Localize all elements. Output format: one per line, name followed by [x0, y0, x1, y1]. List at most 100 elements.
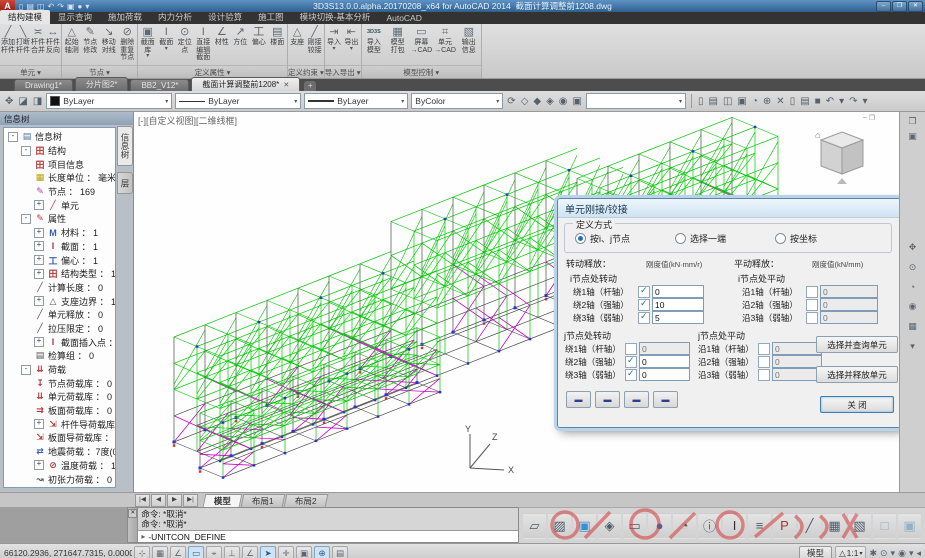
view-style-icon[interactable]: ⓘ	[698, 513, 721, 539]
expand-icon[interactable]: +	[34, 296, 44, 306]
status-toggle[interactable]: ⌖	[206, 546, 222, 558]
view-style-icon[interactable]: ◈	[598, 513, 621, 539]
ribbon-button[interactable]: ▧ 输出 信息 ▾	[457, 25, 480, 65]
tree-item[interactable]: ⇊ 单元荷载库 ： 0	[4, 390, 115, 404]
viewport-controls-label[interactable]: [-][自定义视图][二维线框]	[138, 114, 237, 127]
checkbox[interactable]: ✓	[758, 369, 770, 381]
ribbon-panel-footer[interactable]: 模型控制▾	[362, 65, 482, 78]
ribbon-panel-footer[interactable]: 单元▾	[0, 65, 61, 78]
restore-button[interactable]: ❐	[892, 1, 907, 12]
layer-tool-icon[interactable]: ◨	[32, 96, 43, 107]
tree-item[interactable]: + M 材料 ： 1	[4, 226, 115, 240]
radio-option[interactable]: 选择一端	[675, 232, 775, 245]
palette-header[interactable]: 信息树	[0, 112, 133, 125]
ribbon-button[interactable]: ∠ 材性 ▾	[213, 25, 231, 65]
ribbon-button[interactable]: ⊙ 定位点 ▾	[176, 25, 194, 65]
radio-option[interactable]: 按坐标	[775, 232, 875, 245]
view-style-icon[interactable]: ▣	[573, 513, 596, 539]
ribbon-tab[interactable]: 施工图	[250, 10, 292, 24]
layer-state-icon[interactable]: ◉	[558, 96, 569, 107]
close-dialog-button[interactable]: 关 闭	[820, 396, 894, 413]
checkbox[interactable]: ✓	[638, 299, 650, 311]
status-toggle[interactable]: ▣	[296, 546, 312, 558]
linetype-combo[interactable]: ByLayer▾	[175, 93, 301, 109]
stiffness-input[interactable]: 0	[820, 285, 878, 298]
tree-item[interactable]: ✎ 节点 ： 169	[4, 185, 115, 199]
close-tab-icon[interactable]: ✕	[283, 81, 289, 89]
view-style-icon[interactable]: ◔	[673, 513, 696, 539]
tree-item[interactable]: ╱ 拉压限定 ： 0	[4, 322, 115, 336]
status-toggle[interactable]: ▦	[152, 546, 168, 558]
toolbar-icon[interactable]: ▯	[789, 96, 797, 107]
tree-item[interactable]: + ╱ 单元	[4, 198, 115, 212]
layout-nav-button[interactable]: ◀	[151, 494, 166, 507]
ribbon-button[interactable]: △ 支座 ▾	[289, 25, 305, 65]
tree-item[interactable]: + 田 结构类型 ： 1	[4, 267, 115, 281]
ribbon-button[interactable]: ↔ 杆件 反向 ▾	[46, 25, 60, 65]
checkbox[interactable]: ✓	[806, 286, 818, 298]
layer-tool-icon[interactable]: ◪	[17, 96, 28, 107]
status-icon[interactable]: ▾	[909, 548, 914, 558]
stiffness-input[interactable]: 0	[772, 342, 822, 355]
tree-item[interactable]: + I 截面插入点 ： 1	[4, 335, 115, 349]
ribbon-tab[interactable]: 模块切换-基本分析	[292, 10, 379, 24]
release-preset-button[interactable]: ▬	[624, 391, 649, 408]
ribbon-button[interactable]: ▭ 屏幕→CAD ▾	[410, 25, 433, 65]
toolbar-icon[interactable]: ▾	[838, 96, 845, 107]
tree-item[interactable]: + ⊘ 温度荷载 ： 1	[4, 459, 115, 473]
stiffness-input[interactable]: 5	[652, 311, 704, 324]
tree-item[interactable]: - ▤ 信息树	[4, 130, 115, 144]
stiffness-input[interactable]: 0	[772, 355, 822, 368]
expand-icon[interactable]: -	[21, 214, 31, 224]
expand-icon[interactable]: +	[34, 255, 44, 265]
status-icon[interactable]: ◉	[898, 548, 906, 558]
layer-state-icon[interactable]: ▣	[572, 96, 583, 107]
release-preset-button[interactable]: ▬	[653, 391, 678, 408]
view-style-icon[interactable]: I	[723, 513, 746, 539]
command-input[interactable]: ▸ -UNITCON_DEFINE	[138, 530, 518, 542]
viewcube[interactable]: ⌂	[813, 126, 871, 190]
ribbon-button[interactable]: ⇥ 导入 ▾	[326, 25, 342, 65]
stiffness-input[interactable]: 0	[639, 368, 690, 381]
checkbox[interactable]: ✓	[625, 356, 637, 368]
expand-icon[interactable]: +	[34, 269, 44, 279]
toolbar-icon[interactable]: ◫	[722, 96, 733, 107]
lineweight-combo[interactable]: ByLayer▾	[304, 93, 408, 109]
status-toggle[interactable]: ▤	[332, 546, 348, 558]
view-style-icon[interactable]: ▦	[823, 513, 846, 539]
tree-item[interactable]: - 田 结构	[4, 144, 115, 158]
ribbon-panel-footer[interactable]: 导入导出▾	[325, 65, 361, 78]
ribbon-button[interactable]: I 直接 编辑截面 ▾	[195, 25, 213, 65]
toolbar-icon[interactable]: ↶	[825, 96, 835, 107]
expand-icon[interactable]: -	[8, 132, 18, 142]
toolbar-icon[interactable]: ▤	[708, 96, 719, 107]
ribbon-button[interactable]: I 截面 ▾	[158, 25, 176, 65]
ribbon-button[interactable]: ⌗ 单元→CAD ▾	[434, 25, 457, 65]
ribbon-button[interactable]: 3D3S 导入 模型 ▾	[363, 25, 386, 65]
dock-icon[interactable]: ▣	[908, 131, 917, 142]
ribbon-tab[interactable]: AutoCAD	[378, 12, 429, 24]
viewport-restore-icon[interactable]: ❐	[869, 114, 875, 122]
layout-nav-button[interactable]: |◀	[135, 494, 150, 507]
expand-icon[interactable]: +	[34, 228, 44, 238]
checkbox[interactable]: ✓	[758, 343, 770, 355]
file-tab[interactable]: BB2_V12* ✕	[130, 79, 189, 91]
status-icon[interactable]: ◂	[916, 548, 921, 558]
model-space-button[interactable]: 模型	[799, 546, 832, 558]
expand-icon[interactable]: +	[34, 460, 44, 470]
file-tab[interactable]: 截面计算调整前1208* ✕	[191, 77, 300, 91]
tree-item[interactable]: + I 截面 ： 1	[4, 240, 115, 254]
expand-icon[interactable]: +	[34, 337, 44, 347]
checkbox[interactable]: ✓	[625, 343, 637, 355]
tree-item[interactable]: ⇄ 地震荷载 ：7度(0.15g)	[4, 445, 115, 459]
ribbon-button[interactable]: ▤ 楼面 ▾	[269, 25, 287, 65]
command-window-grip[interactable]: ✕	[128, 508, 138, 542]
radio-option[interactable]: 按i、j节点	[575, 232, 675, 245]
view-style-icon[interactable]: ▭	[623, 513, 646, 539]
tree-item[interactable]: ↧ 节点荷载库 ： 0	[4, 376, 115, 390]
search-combo[interactable]: ▾	[586, 93, 686, 109]
view-style-icon[interactable]: ▱	[523, 513, 546, 539]
expand-icon[interactable]: -	[21, 365, 31, 375]
checkbox[interactable]: ✓	[758, 356, 770, 368]
toolbar-icon[interactable]: ■	[814, 96, 822, 107]
